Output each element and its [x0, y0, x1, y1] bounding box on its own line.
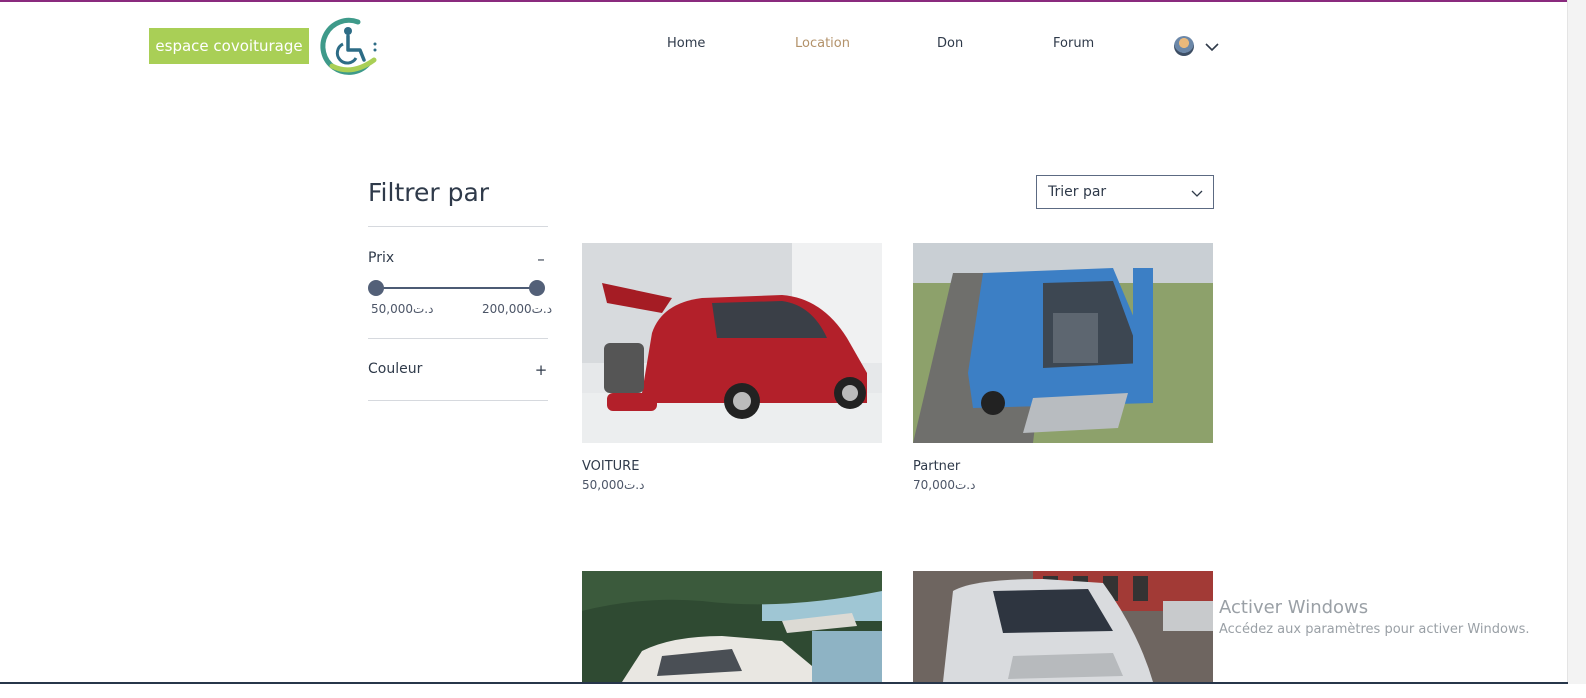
product-card[interactable]: VOITURE 50,000د.ت: [582, 243, 882, 492]
color-facet-label[interactable]: Couleur: [368, 361, 422, 377]
product-name[interactable]: VOITURE: [582, 459, 882, 474]
nav-home[interactable]: Home: [667, 36, 705, 51]
product-card[interactable]: [582, 571, 882, 698]
price-slider-track[interactable]: [376, 287, 538, 289]
windows-activation-notice: Activer Windows Accédez aux paramètres p…: [1219, 597, 1530, 637]
nav-forum[interactable]: Forum: [1053, 36, 1094, 51]
product-image[interactable]: [582, 571, 882, 682]
product-price: 50,000د.ت: [582, 478, 645, 492]
product-image[interactable]: [582, 243, 882, 443]
top-accent-line: [0, 0, 1586, 2]
brand-badge[interactable]: espace covoiturage: [149, 28, 309, 64]
divider: [368, 400, 548, 401]
expand-icon[interactable]: +: [534, 363, 548, 378]
wheelchair-logo-icon[interactable]: [318, 14, 382, 76]
divider: [368, 338, 548, 339]
avatar-icon[interactable]: [1174, 36, 1194, 56]
sort-dropdown[interactable]: Trier par: [1036, 175, 1214, 209]
price-slider-max-handle[interactable]: [529, 280, 545, 296]
divider: [368, 226, 548, 227]
windows-activation-subtitle: Accédez aux paramètres pour activer Wind…: [1219, 622, 1530, 637]
product-card[interactable]: [913, 571, 1213, 698]
product-card[interactable]: Partner 70,000د.ت: [913, 243, 1213, 492]
chevron-down-icon[interactable]: [1205, 38, 1219, 52]
nav-don[interactable]: Don: [937, 36, 963, 51]
collapse-icon[interactable]: –: [534, 252, 548, 267]
product-image[interactable]: [913, 571, 1213, 682]
product-price: 70,000د.ت: [913, 478, 976, 492]
product-image[interactable]: [913, 243, 1213, 443]
price-slider-min-handle[interactable]: [368, 280, 384, 296]
price-facet-label[interactable]: Prix: [368, 250, 394, 266]
product-name[interactable]: Partner: [913, 459, 1213, 474]
nav-location[interactable]: Location: [795, 36, 850, 51]
price-max-label: 200,000د.ت: [482, 302, 553, 316]
sort-label: Trier par: [1048, 184, 1107, 200]
windows-activation-title: Activer Windows: [1219, 597, 1369, 618]
filter-title: Filtrer par: [368, 178, 490, 207]
price-min-label: 50,000د.ت: [371, 302, 434, 316]
chevron-down-icon: [1191, 187, 1203, 197]
scrollbar[interactable]: [1567, 0, 1586, 684]
